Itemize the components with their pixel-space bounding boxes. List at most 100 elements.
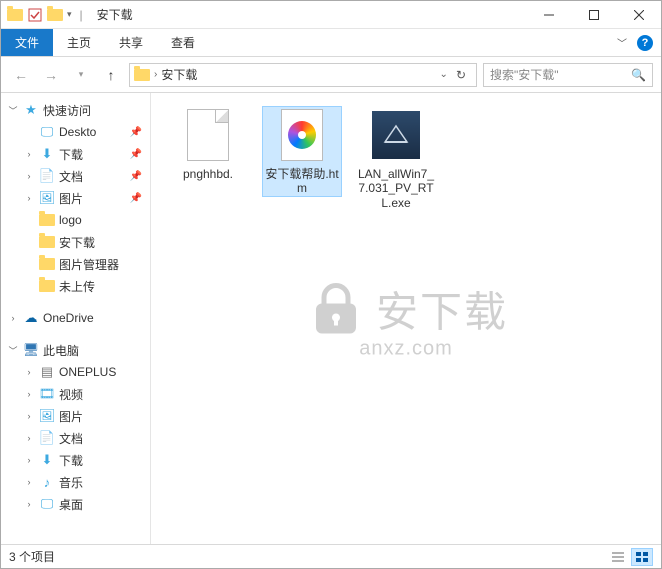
- nav-item-logo[interactable]: ·logo: [1, 209, 150, 231]
- qat-properties-icon[interactable]: [27, 7, 43, 23]
- pc-icon: 🖥: [23, 342, 39, 358]
- nav-label: 视频: [59, 386, 83, 403]
- watermark-text-cn: 安下载: [376, 279, 508, 340]
- file-label: 安下载帮助.htm: [263, 167, 341, 196]
- ribbon-tab-home[interactable]: 主页: [53, 29, 105, 56]
- downloads-icon: ⬇: [39, 146, 55, 162]
- nav-label: logo: [59, 213, 82, 227]
- file-label: LAN_allWin7_7.031_PV_RTL.exe: [357, 167, 435, 210]
- nav-up-button[interactable]: ↑: [99, 63, 123, 87]
- folder-icon: [39, 212, 55, 228]
- ribbon: 文件 主页 共享 查看 ﹀ ?: [1, 29, 661, 57]
- breadcrumb-dropdown-icon[interactable]: ⌄: [440, 69, 448, 80]
- refresh-icon[interactable]: ↻: [456, 68, 466, 82]
- navigation-pane[interactable]: ﹀ ★ 快速访问 ·🖵Deskto📌 ›⬇下载📌 ›📄文档📌 ›🖼图片📌 ·lo…: [1, 93, 151, 544]
- breadcrumb-location[interactable]: 安下载: [161, 66, 197, 83]
- qat-dropdown-icon[interactable]: ▾: [67, 9, 72, 20]
- chevron-right-icon[interactable]: ›: [23, 193, 35, 203]
- pictures-icon: 🖼: [39, 190, 55, 206]
- view-icons-button[interactable]: [631, 548, 653, 566]
- desktop-icon: 🖵: [39, 124, 55, 140]
- star-icon: ★: [23, 102, 39, 118]
- breadcrumb[interactable]: › 安下载 ⌄ ↻: [129, 63, 477, 87]
- nav-item-documents-pc[interactable]: ›📄文档: [1, 427, 150, 449]
- onedrive-icon: ☁: [23, 310, 39, 326]
- file-item[interactable]: pnghhbd.: [169, 107, 247, 181]
- nav-item-downloads[interactable]: ›⬇下载📌: [1, 143, 150, 165]
- nav-quick-access[interactable]: ﹀ ★ 快速访问: [1, 99, 150, 121]
- chevron-right-icon[interactable]: ›: [23, 411, 35, 421]
- ribbon-tab-view[interactable]: 查看: [157, 29, 209, 56]
- ribbon-expand-icon[interactable]: ﹀: [617, 35, 627, 50]
- chevron-right-icon[interactable]: ›: [7, 313, 19, 323]
- nav-label: 音乐: [59, 474, 83, 491]
- nav-label: 桌面: [59, 496, 83, 513]
- maximize-button[interactable]: [571, 1, 616, 29]
- search-placeholder: 搜索"安下载": [490, 66, 559, 83]
- chevron-right-icon[interactable]: ›: [23, 477, 35, 487]
- nav-item-music[interactable]: › ♪音乐: [1, 471, 150, 493]
- titlebar-separator: |: [80, 8, 83, 22]
- addressbar: ← → ▾ ↑ › 安下载 ⌄ ↻ 搜索"安下载" 🔍: [1, 57, 661, 93]
- chevron-right-icon[interactable]: ›: [23, 455, 35, 465]
- file-label: pnghhbd.: [183, 167, 233, 181]
- close-button[interactable]: [616, 1, 661, 29]
- search-input[interactable]: 搜索"安下载" 🔍: [483, 63, 653, 87]
- desktop-icon: 🖵: [39, 496, 55, 512]
- ribbon-tab-file[interactable]: 文件: [1, 29, 53, 56]
- downloads-icon: ⬇: [39, 452, 55, 468]
- nav-item-oneplus[interactable]: › ▤ ONEPLUS: [1, 361, 150, 383]
- nav-forward-button[interactable]: →: [39, 63, 63, 87]
- nav-label: OneDrive: [43, 311, 94, 325]
- minimize-button[interactable]: [526, 1, 571, 29]
- nav-this-pc[interactable]: ﹀🖥此电脑: [1, 339, 150, 361]
- ribbon-tab-share[interactable]: 共享: [105, 29, 157, 56]
- videos-icon: 🎞: [39, 386, 55, 402]
- nav-item-desktop-pc[interactable]: › 🖵桌面: [1, 493, 150, 515]
- pin-icon: 📌: [130, 171, 142, 182]
- nav-item-videos[interactable]: › 🎞视频: [1, 383, 150, 405]
- nav-item-unpub[interactable]: ·未上传: [1, 275, 150, 297]
- nav-item-downloads-pc[interactable]: ›⬇下载: [1, 449, 150, 471]
- file-item[interactable]: LAN_allWin7_7.031_PV_RTL.exe: [357, 107, 435, 210]
- file-icon-htm: [274, 107, 330, 163]
- pictures-icon: 🖼: [39, 408, 55, 424]
- view-details-button[interactable]: [607, 548, 629, 566]
- pin-icon: 📌: [130, 193, 142, 204]
- nav-onedrive[interactable]: › ☁ OneDrive: [1, 307, 150, 329]
- status-item-count: 3 个项目: [9, 548, 55, 565]
- chevron-down-icon[interactable]: ﹀: [7, 344, 19, 357]
- music-icon: ♪: [39, 474, 55, 490]
- file-item[interactable]: 安下载帮助.htm: [263, 107, 341, 196]
- nav-label: ONEPLUS: [59, 365, 116, 379]
- chevron-right-icon[interactable]: ›: [23, 389, 35, 399]
- nav-item-pictures-pc[interactable]: › 🖼图片: [1, 405, 150, 427]
- nav-label: 图片: [59, 408, 83, 425]
- nav-recent-dropdown[interactable]: ▾: [69, 63, 93, 87]
- nav-label: Deskto: [59, 125, 96, 139]
- nav-back-button[interactable]: ←: [9, 63, 33, 87]
- chevron-right-icon[interactable]: ›: [154, 69, 157, 80]
- help-icon[interactable]: ?: [637, 35, 653, 51]
- chevron-right-icon[interactable]: ›: [23, 171, 35, 181]
- nav-item-documents[interactable]: ›📄文档📌: [1, 165, 150, 187]
- chevron-right-icon[interactable]: ›: [23, 499, 35, 509]
- nav-label: 快速访问: [43, 102, 91, 119]
- content-area[interactable]: pnghhbd. 安下载帮助.htm LAN_allWin7_7.031_PV_…: [151, 93, 661, 544]
- chevron-right-icon[interactable]: ›: [23, 367, 35, 377]
- device-icon: ▤: [39, 364, 55, 380]
- nav-item-pictures[interactable]: ›🖼图片📌: [1, 187, 150, 209]
- qat-folder-icon[interactable]: [47, 7, 63, 23]
- file-icon-blank: [180, 107, 236, 163]
- nav-item-picmgr[interactable]: ·图片管理器: [1, 253, 150, 275]
- nav-item-desktop[interactable]: ·🖵Deskto📌: [1, 121, 150, 143]
- folder-icon: [39, 278, 55, 294]
- search-icon[interactable]: 🔍: [631, 68, 646, 82]
- nav-label: 图片管理器: [59, 256, 119, 273]
- nav-item-anxz[interactable]: ·安下载: [1, 231, 150, 253]
- chevron-right-icon[interactable]: ›: [23, 149, 35, 159]
- nav-label: 文档: [59, 430, 83, 447]
- pin-icon: 📌: [130, 127, 142, 138]
- chevron-right-icon[interactable]: ›: [23, 433, 35, 443]
- chevron-down-icon[interactable]: ﹀: [7, 104, 19, 117]
